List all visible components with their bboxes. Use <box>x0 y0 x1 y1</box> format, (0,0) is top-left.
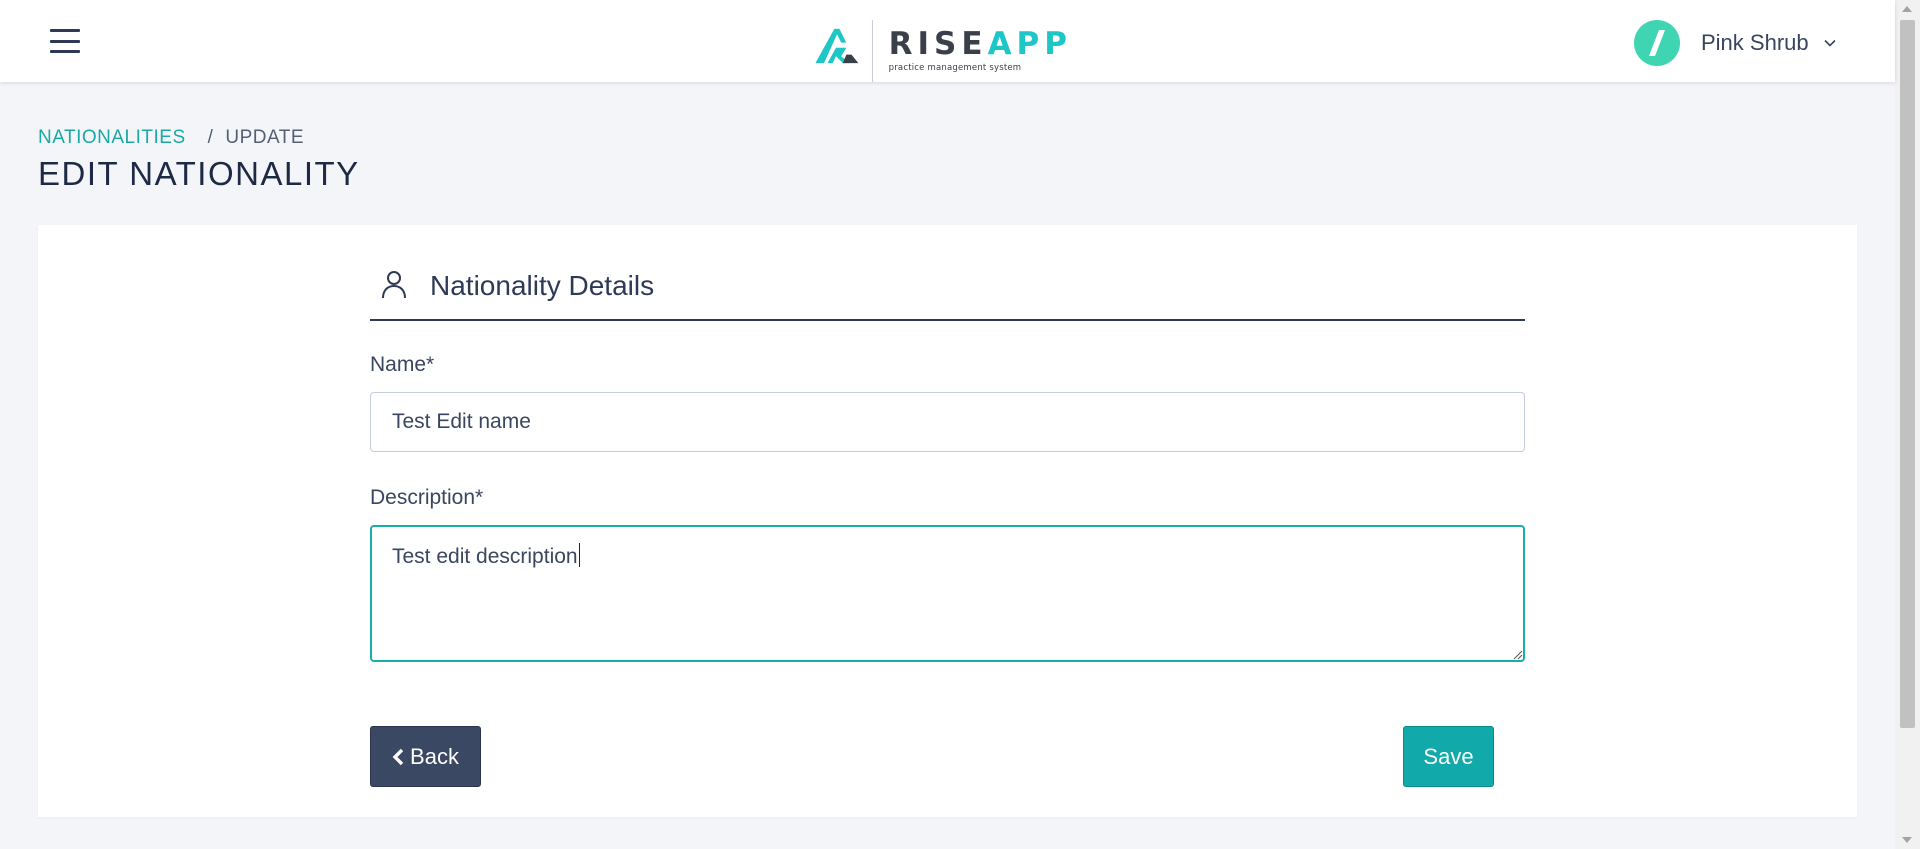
description-textarea[interactable]: Test edit description <box>370 525 1525 662</box>
save-button[interactable]: Save <box>1403 726 1494 787</box>
scrollbar-thumb[interactable] <box>1900 20 1915 728</box>
chevron-left-icon <box>392 748 404 765</box>
logo-wordmark: RISEAPP <box>889 28 1072 60</box>
form-card: Nationality Details Name* Description* T… <box>38 225 1857 817</box>
name-label: Name* <box>370 353 435 376</box>
scroll-up-arrow-icon[interactable] <box>1902 6 1912 12</box>
breadcrumb-nationalities-link[interactable]: NATIONALITIES <box>38 127 186 149</box>
chevron-down-icon[interactable] <box>1823 36 1837 50</box>
text-caret <box>578 543 580 567</box>
riseapp-logo-mark-icon <box>815 28 859 64</box>
logo-word-rise: RISE <box>888 26 988 62</box>
avatar[interactable] <box>1634 20 1680 66</box>
user-name[interactable]: Pink Shrub <box>1701 30 1809 56</box>
logo-tagline: practice management system <box>888 63 1022 73</box>
resize-grip-icon[interactable] <box>1511 648 1523 660</box>
person-icon <box>382 271 406 299</box>
description-text[interactable]: Test edit description <box>392 545 578 568</box>
slash-icon <box>1649 30 1665 56</box>
logo-text: RISEAPP practice management system <box>889 20 1072 73</box>
logo-word-app: APP <box>987 26 1072 62</box>
page-scrollbar[interactable] <box>1895 0 1920 849</box>
hamburger-menu-icon[interactable] <box>46 26 84 56</box>
back-button[interactable]: Back <box>370 726 481 787</box>
save-button-label: Save <box>1423 743 1474 769</box>
top-bar: RISEAPP practice management system Pink … <box>0 0 1895 82</box>
section-header: Nationality Details <box>370 265 1525 321</box>
breadcrumb-separator: / <box>207 127 214 148</box>
breadcrumb: NATIONALITIES / UPDATE <box>38 127 304 149</box>
description-label: Description* <box>370 486 484 509</box>
section-title: Nationality Details <box>430 270 655 301</box>
name-input[interactable] <box>370 392 1525 452</box>
page-title: EDIT NATIONALITY <box>38 155 360 192</box>
riseapp-logo[interactable]: RISEAPP practice management system <box>812 20 1072 82</box>
logo-divider <box>871 20 873 82</box>
breadcrumb-current: UPDATE <box>225 127 305 148</box>
user-menu[interactable]: Pink Shrub <box>1634 20 1837 66</box>
scroll-down-arrow-icon[interactable] <box>1902 837 1912 843</box>
back-button-label: Back <box>410 743 459 769</box>
